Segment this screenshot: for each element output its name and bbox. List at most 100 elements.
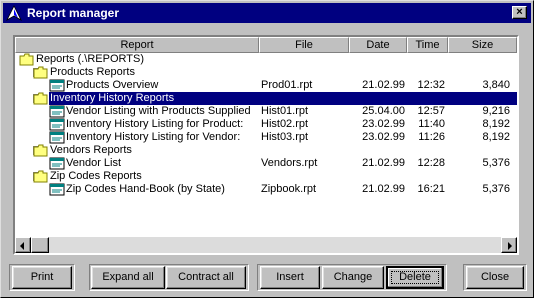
close-icon: × — [516, 6, 523, 18]
scroll-left-button[interactable] — [15, 237, 31, 253]
report-name: Vendors Reports — [50, 144, 132, 156]
report-date — [351, 170, 405, 183]
report-size: 8,192 — [482, 131, 510, 143]
contract-all-button[interactable]: Contract all — [166, 266, 246, 289]
scroll-right-button[interactable] — [501, 237, 517, 253]
arrow-right-icon — [508, 242, 512, 250]
report-date: 23.02.99 — [362, 131, 405, 143]
report-file: Hist03.rpt — [261, 131, 309, 143]
report-size: 8,192 — [482, 118, 510, 130]
folder-row[interactable]: Zip Codes Reports — [15, 170, 517, 183]
report-name: Inventory History Listing for Vendor: — [66, 131, 241, 143]
window-title: Report manager — [27, 6, 120, 20]
report-size — [450, 144, 510, 157]
report-name: Products Overview — [66, 79, 159, 91]
close-button[interactable]: Close — [466, 266, 524, 289]
title-bar[interactable]: Report manager × — [3, 3, 531, 23]
app-icon — [6, 5, 22, 21]
report-time: 11:40 — [418, 118, 445, 130]
delete-button[interactable]: Delete — [386, 266, 444, 289]
report-document-icon — [49, 183, 65, 196]
report-date — [351, 92, 405, 105]
column-header-report[interactable]: Report — [15, 37, 259, 53]
report-date: 21.02.99 — [362, 79, 405, 91]
folder-row[interactable]: Inventory History Reports — [15, 92, 517, 105]
report-name: Products Reports — [50, 66, 135, 78]
report-time — [409, 144, 445, 157]
column-header-date[interactable]: Date — [349, 37, 407, 53]
report-time: 12:57 — [417, 105, 445, 117]
report-time — [409, 53, 445, 66]
report-file — [261, 53, 349, 66]
folder-icon — [33, 144, 48, 157]
column-header-time[interactable]: Time — [407, 37, 448, 53]
report-size: 5,376 — [482, 157, 510, 169]
report-row[interactable]: Vendor List Vendors.rpt 21.02.99 12:28 5,376 — [15, 157, 517, 170]
arrow-left-icon — [20, 242, 24, 250]
scroll-thumb[interactable] — [31, 237, 49, 253]
folder-row[interactable]: Reports (.\REPORTS) — [15, 53, 517, 66]
expand-all-button[interactable]: Expand all — [91, 266, 165, 289]
report-file — [261, 66, 349, 79]
report-size — [450, 170, 510, 183]
report-date: 23.02.99 — [362, 118, 405, 130]
report-row[interactable]: Inventory History Listing for Vendor: His… — [15, 131, 517, 144]
report-name: Vendor Listing with Products Supplied — [66, 105, 251, 117]
report-name: Zip Codes Reports — [50, 170, 142, 182]
folder-icon — [33, 66, 48, 79]
report-row[interactable]: Products Overview Prod01.rpt 21.02.99 12:32… — [15, 79, 517, 92]
report-name: Inventory History Reports — [50, 92, 175, 104]
report-file: Zipbook.rpt — [261, 183, 317, 195]
report-document-icon — [49, 131, 65, 144]
column-header-row: Report File Date Time Size — [15, 37, 517, 53]
close-window-button[interactable]: × — [512, 6, 527, 19]
horizontal-scrollbar[interactable] — [15, 237, 517, 253]
report-file: Prod01.rpt — [261, 79, 313, 91]
change-button[interactable]: Change — [322, 266, 384, 289]
report-file: Hist01.rpt — [261, 105, 309, 117]
report-date — [351, 53, 405, 66]
report-size: 3,840 — [482, 79, 510, 91]
report-size: 5,376 — [482, 183, 510, 195]
report-name: Zip Codes Hand-Book (by State) — [66, 183, 225, 195]
focus-ring — [391, 271, 439, 284]
report-date — [351, 144, 405, 157]
print-button[interactable]: Print — [12, 266, 72, 289]
report-time — [409, 92, 445, 105]
report-size — [450, 53, 510, 66]
report-tree-list[interactable]: Report File Date Time Size Reports (.\RE… — [13, 35, 519, 255]
report-name: Inventory History Listing for Product: — [66, 118, 244, 130]
report-row[interactable]: Vendor Listing with Products Supplied His… — [15, 105, 517, 118]
report-file: Vendors.rpt — [261, 157, 318, 169]
report-time: 12:28 — [417, 157, 445, 169]
folder-icon — [19, 53, 34, 66]
report-document-icon — [49, 79, 65, 92]
report-time — [409, 170, 445, 183]
insert-button[interactable]: Insert — [260, 266, 320, 289]
report-row[interactable]: Zip Codes Hand-Book (by State) Zipbook.rp… — [15, 183, 517, 196]
folder-icon — [33, 92, 48, 105]
report-row[interactable]: Inventory History Listing for Product: Hi… — [15, 118, 517, 131]
report-size — [450, 66, 510, 79]
folder-row[interactable]: Products Reports — [15, 66, 517, 79]
report-document-icon — [49, 118, 65, 131]
report-name: Reports (.\REPORTS) — [36, 53, 144, 65]
report-file — [261, 92, 349, 105]
report-document-icon — [49, 157, 65, 170]
folder-row[interactable]: Vendors Reports — [15, 144, 517, 157]
report-time: 12:32 — [417, 79, 445, 91]
report-time — [409, 66, 445, 79]
report-size: 9,216 — [482, 105, 510, 117]
report-file — [261, 170, 349, 183]
column-header-size[interactable]: Size — [448, 37, 517, 53]
report-manager-window: Report manager × Report File Date Time S… — [0, 0, 534, 298]
report-date — [351, 66, 405, 79]
report-date: 25.04.00 — [362, 105, 405, 117]
report-time: 16:21 — [417, 183, 445, 195]
report-document-icon — [49, 105, 65, 118]
report-time: 11:26 — [418, 131, 445, 143]
report-name: Vendor List — [66, 157, 122, 169]
report-date: 21.02.99 — [362, 157, 405, 169]
report-file — [261, 144, 349, 157]
column-header-file[interactable]: File — [259, 37, 349, 53]
